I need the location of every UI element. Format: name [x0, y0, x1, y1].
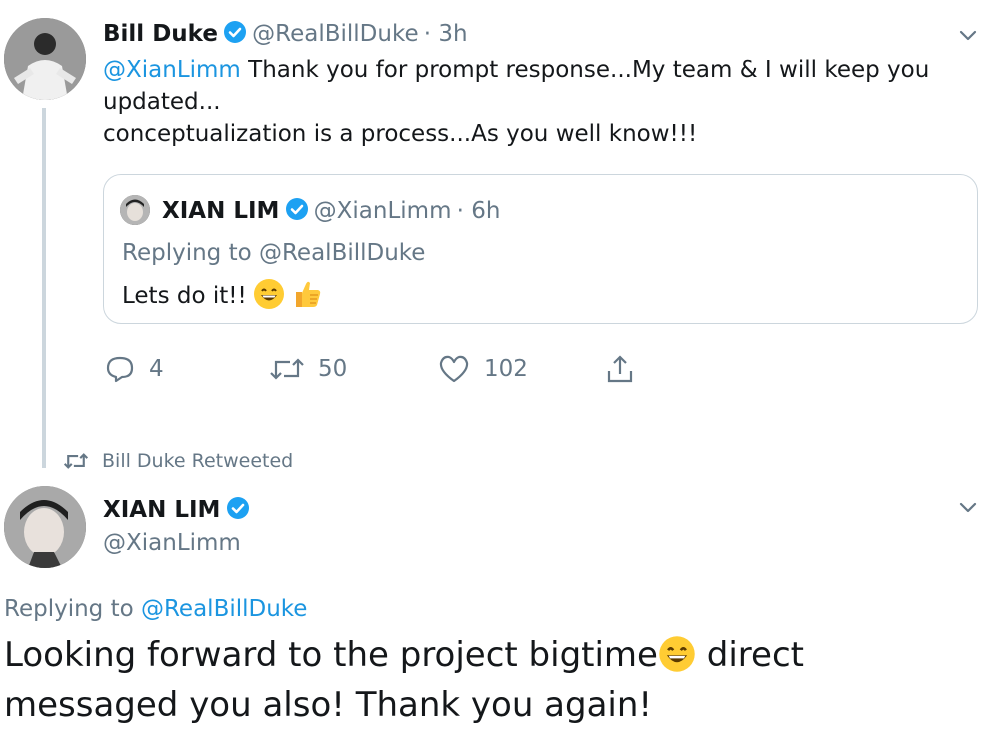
quoted-timestamp: · 6h — [456, 198, 501, 224]
quoted-replying-to: Replying to @RealBillDuke — [122, 237, 425, 269]
tweet-text-line: Looking forward to the project bigtime — [4, 635, 658, 675]
avatar-xian-lim[interactable] — [4, 486, 86, 568]
avatar-image — [4, 18, 86, 100]
tweet-header: XIAN LIM — [103, 494, 250, 526]
tweet-text-line: updated... — [103, 89, 221, 115]
chevron-down-icon[interactable] — [955, 22, 981, 48]
reply-button[interactable]: 4 — [105, 354, 164, 384]
quoted-author-name[interactable]: XIAN LIM — [162, 198, 279, 224]
avatar-image — [4, 486, 86, 568]
like-button[interactable]: 102 — [438, 354, 528, 384]
retweet-icon — [270, 358, 304, 380]
author-name[interactable]: XIAN LIM — [103, 497, 220, 523]
retweet-context-text[interactable]: Bill Duke Retweeted — [102, 448, 293, 474]
quoted-text: Lets do it!! — [122, 279, 323, 312]
tweet-text-line: Thank you for prompt response...My team … — [240, 57, 930, 83]
mention-link[interactable]: @XianLimm — [103, 57, 241, 83]
verified-badge-icon — [226, 496, 250, 531]
author-name[interactable]: Bill Duke — [103, 21, 218, 47]
avatar-bill-duke[interactable] — [4, 18, 86, 100]
quoted-text-content: Lets do it!! — [122, 283, 247, 309]
share-icon — [607, 355, 633, 383]
replying-to-handle[interactable]: @RealBillDuke — [259, 240, 425, 266]
tweet-timestamp[interactable]: · 3h — [424, 21, 468, 47]
tweet-header: Bill Duke @RealBillDuke · 3h — [103, 18, 468, 50]
like-count: 102 — [484, 356, 528, 382]
grinning-face-emoji-icon — [658, 635, 696, 673]
tweet-text-line: direct — [695, 635, 804, 675]
tweet-text-line: messaged you also! Thank you again! — [4, 685, 653, 725]
verified-badge-icon — [285, 197, 309, 232]
thread-connector-line — [42, 108, 46, 468]
author-handle[interactable]: @XianLimm — [103, 527, 241, 559]
retweet-small-icon — [64, 453, 88, 469]
retweet-button[interactable]: 50 — [270, 354, 347, 384]
avatar-xian-lim-small[interactable] — [120, 195, 150, 225]
verified-badge-icon — [223, 20, 247, 55]
grinning-face-emoji-icon — [254, 279, 285, 309]
reply-icon — [106, 356, 134, 383]
quoted-header: XIAN LIM @XianLimm · 6h — [162, 195, 500, 227]
retweet-context: Bill Duke Retweeted — [64, 448, 293, 474]
tweet-main-text: Looking forward to the project bigtime d… — [4, 630, 994, 730]
heart-icon — [439, 355, 469, 383]
tweet-body: @XianLimm Thank you for prompt response.… — [103, 54, 973, 150]
share-button[interactable] — [605, 354, 635, 384]
replying-to: Replying to @RealBillDuke — [4, 592, 307, 626]
replying-prefix: Replying to — [122, 240, 259, 266]
chevron-down-icon[interactable] — [955, 494, 981, 520]
retweet-count: 50 — [318, 356, 348, 382]
thumbs-up-emoji-icon — [291, 279, 323, 309]
author-handle[interactable]: @RealBillDuke — [252, 21, 418, 47]
replying-to-handle[interactable]: @RealBillDuke — [141, 596, 307, 622]
avatar-image — [120, 195, 150, 225]
replying-prefix: Replying to — [4, 596, 141, 622]
tweet-text-line: conceptualization is a process...As you … — [103, 121, 698, 147]
quoted-author-handle[interactable]: @XianLimm — [314, 198, 452, 224]
reply-count: 4 — [149, 356, 164, 382]
quoted-tweet[interactable]: XIAN LIM @XianLimm · 6h Replying to @Rea… — [103, 174, 978, 324]
